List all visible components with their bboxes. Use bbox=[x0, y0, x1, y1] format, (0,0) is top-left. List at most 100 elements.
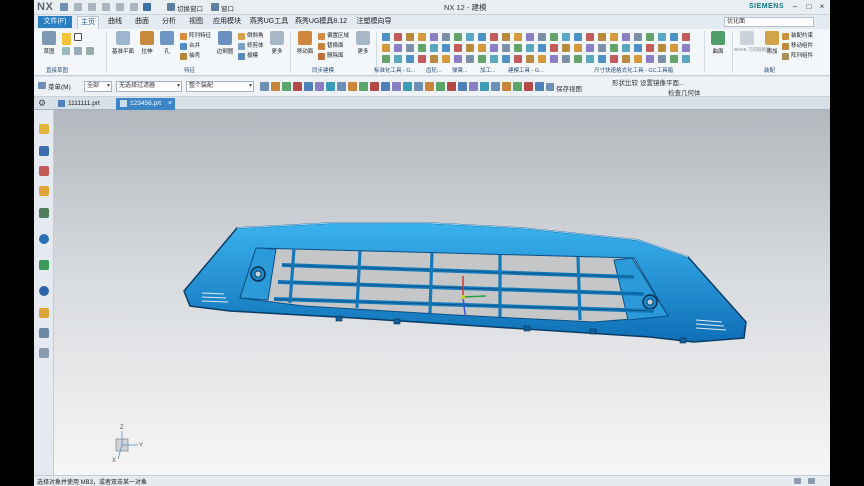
tool-icon[interactable] bbox=[466, 55, 474, 63]
tool-icon[interactable] bbox=[598, 33, 606, 41]
snap-point-icon[interactable] bbox=[260, 82, 269, 91]
tool-icon[interactable] bbox=[634, 33, 642, 41]
command-search-input[interactable]: 优化面 bbox=[724, 17, 814, 27]
save-icon[interactable] bbox=[60, 3, 68, 11]
tool-icon[interactable] bbox=[406, 55, 414, 63]
snap-point-icon[interactable] bbox=[469, 82, 478, 91]
tool-icon[interactable] bbox=[586, 44, 594, 52]
tool-icon[interactable] bbox=[418, 33, 426, 41]
maximize-button[interactable]: □ bbox=[803, 1, 815, 13]
feature-more-button[interactable]: 更多 bbox=[266, 31, 288, 55]
tool-icon[interactable] bbox=[382, 55, 390, 63]
offset-region-button[interactable]: 偏置区域 bbox=[318, 32, 349, 41]
tool-icon[interactable] bbox=[634, 55, 642, 63]
sketch-button[interactable]: 草图 bbox=[38, 31, 60, 55]
tool-icon[interactable] bbox=[658, 55, 666, 63]
group-label-modeling-tools[interactable]: 建模工具 - G... bbox=[508, 66, 544, 74]
move-face-button[interactable]: 移动面 bbox=[294, 31, 316, 55]
status-dialog-icon[interactable] bbox=[794, 478, 801, 484]
history-icon[interactable] bbox=[39, 260, 49, 270]
line-icon[interactable] bbox=[62, 33, 71, 45]
group-label-machining[interactable]: 加工... bbox=[480, 66, 496, 74]
file-menu[interactable]: 文件(F) bbox=[38, 16, 72, 28]
tool-icon[interactable] bbox=[586, 33, 594, 41]
clock-icon[interactable] bbox=[39, 286, 49, 296]
snap-point-icon[interactable] bbox=[502, 82, 511, 91]
tool-icon[interactable] bbox=[682, 33, 690, 41]
move-component-button[interactable]: 移动组件 bbox=[782, 42, 813, 51]
group-label-dimension-tools[interactable]: 尺寸快速格式化工具 - GC工具箱 bbox=[594, 66, 673, 74]
graphics-window[interactable]: Y Z X bbox=[54, 110, 830, 475]
tool-icon[interactable] bbox=[514, 55, 522, 63]
snap-point-icon[interactable] bbox=[326, 82, 335, 91]
tool-icon[interactable] bbox=[658, 44, 666, 52]
snap-point-icon[interactable] bbox=[447, 82, 456, 91]
process-studio-icon[interactable] bbox=[39, 308, 49, 318]
snap-point-icon[interactable] bbox=[414, 82, 423, 91]
tab-yanxiu-tools[interactable]: 燕秀UG工具 bbox=[249, 16, 289, 29]
tool-icon[interactable] bbox=[538, 55, 546, 63]
window-menu-label[interactable]: 窗口 bbox=[221, 3, 234, 13]
tool-icon[interactable] bbox=[430, 44, 438, 52]
tool-icon[interactable] bbox=[430, 55, 438, 63]
redo-icon[interactable] bbox=[88, 3, 96, 11]
tool-icon[interactable] bbox=[622, 44, 630, 52]
edge-blend-button[interactable]: 边倒圆 bbox=[214, 31, 236, 55]
tool-icon[interactable] bbox=[454, 55, 462, 63]
tool-icon[interactable] bbox=[622, 33, 630, 41]
tool-icon[interactable] bbox=[502, 55, 510, 63]
web-browser-icon[interactable] bbox=[39, 234, 49, 244]
tool-icon[interactable] bbox=[550, 55, 558, 63]
snap-point-icon[interactable] bbox=[304, 82, 313, 91]
snap-point-icon[interactable] bbox=[282, 82, 291, 91]
tool-icon[interactable] bbox=[682, 44, 690, 52]
undo-icon[interactable] bbox=[74, 3, 82, 11]
touch-mode-icon[interactable] bbox=[143, 3, 151, 11]
tab-file-123456[interactable]: 123456.prt × bbox=[116, 98, 176, 110]
tool-icon[interactable] bbox=[574, 55, 582, 63]
tab-surface[interactable]: 曲面 bbox=[131, 16, 153, 29]
tool-icon[interactable] bbox=[646, 55, 654, 63]
rectangle-icon[interactable] bbox=[74, 33, 82, 41]
snap-point-icon[interactable] bbox=[425, 82, 434, 91]
snap-point-icon[interactable] bbox=[491, 82, 500, 91]
tool-icon[interactable] bbox=[526, 44, 534, 52]
switch-window-label[interactable]: 切换窗口 bbox=[177, 3, 203, 13]
tool-icon[interactable] bbox=[574, 44, 582, 52]
shape-compare-label[interactable]: 形状比较 bbox=[612, 77, 638, 87]
tool-icon[interactable] bbox=[646, 44, 654, 52]
window-menu-icon[interactable] bbox=[211, 3, 219, 11]
tool-icon[interactable] bbox=[502, 44, 510, 52]
unite-button[interactable]: 合并 bbox=[180, 42, 200, 51]
tab-curve[interactable]: 曲线 bbox=[104, 16, 126, 29]
assembly-navigator-icon[interactable] bbox=[39, 146, 49, 156]
tab-analysis[interactable]: 分析 bbox=[158, 16, 180, 29]
tool-icon[interactable] bbox=[394, 44, 402, 52]
tool-icon[interactable] bbox=[634, 44, 642, 52]
tool-icon[interactable] bbox=[430, 33, 438, 41]
constraint-navigator-icon[interactable] bbox=[39, 166, 49, 176]
part-navigator-icon[interactable] bbox=[39, 124, 49, 134]
close-button[interactable]: × bbox=[816, 1, 828, 13]
snap-point-icon[interactable] bbox=[315, 82, 324, 91]
model-canvas[interactable]: Y Z X bbox=[54, 110, 830, 475]
selection-filter-dropdown[interactable]: 无选择过滤器 bbox=[116, 81, 182, 92]
switch-window-icon[interactable] bbox=[167, 3, 175, 11]
tool-icon[interactable] bbox=[502, 33, 510, 41]
tool-icon[interactable] bbox=[610, 55, 618, 63]
tab-home[interactable]: 主页 bbox=[77, 16, 99, 29]
tool-icon[interactable] bbox=[478, 55, 486, 63]
tool-icon[interactable] bbox=[394, 33, 402, 41]
tab-file-1111111[interactable]: 1111111.prt bbox=[54, 98, 114, 110]
tool-icon[interactable] bbox=[526, 55, 534, 63]
hole-button[interactable]: 孔 bbox=[156, 31, 178, 55]
tool-icon[interactable] bbox=[382, 44, 390, 52]
tool-icon[interactable] bbox=[670, 33, 678, 41]
snap-point-icon[interactable] bbox=[403, 82, 412, 91]
tool-icon[interactable] bbox=[550, 33, 558, 41]
datum-plane-button[interactable]: 基准平面 bbox=[112, 31, 134, 55]
chamfer-button[interactable]: 倒斜角 bbox=[238, 32, 264, 41]
tool-icon[interactable] bbox=[418, 44, 426, 52]
save-view-label[interactable]: 保存视图 bbox=[556, 83, 582, 93]
surface-button[interactable]: 曲面 bbox=[707, 31, 729, 55]
